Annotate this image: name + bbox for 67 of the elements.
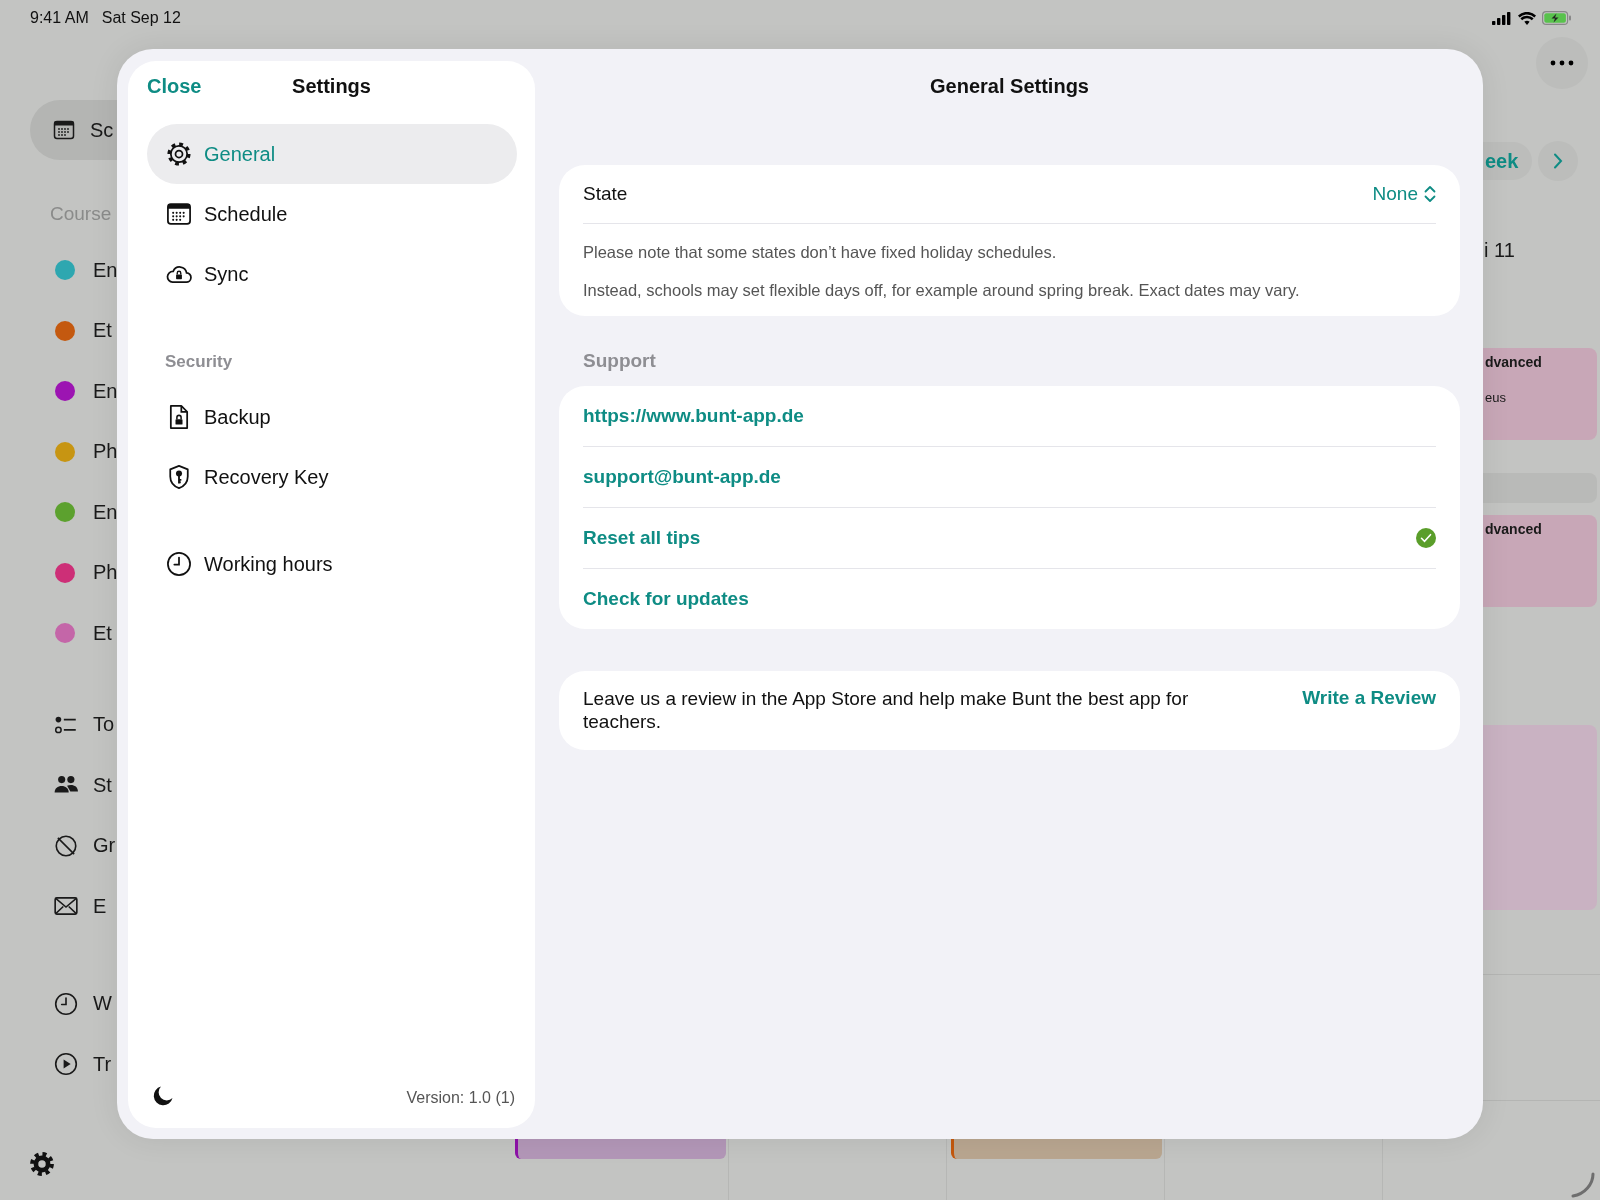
- settings-icon: [165, 140, 193, 168]
- resize-handle-icon[interactable]: [1569, 1172, 1595, 1198]
- event-detail: eus: [1485, 390, 1507, 405]
- event-card[interactable]: dvanced eus: [1483, 348, 1597, 440]
- sidebar-item[interactable]: Gr: [0, 815, 117, 876]
- course-item[interactable]: En: [0, 240, 117, 301]
- close-button[interactable]: Close: [147, 74, 202, 98]
- wifi-icon: [1518, 11, 1536, 25]
- course-item[interactable]: Et: [0, 300, 117, 361]
- status-time: 9:41 AM: [30, 9, 89, 27]
- chevron-up-down-icon: [1424, 185, 1436, 203]
- section-header: Course: [50, 202, 113, 226]
- section-header: Support: [583, 350, 657, 372]
- sidebar-item[interactable]: St: [0, 755, 117, 816]
- settings-icon[interactable]: [28, 1150, 56, 1178]
- event-card[interactable]: [515, 1139, 726, 1159]
- day-header: i 11: [1483, 239, 1516, 263]
- play-icon: [53, 1051, 79, 1078]
- setting-label: State: [583, 183, 628, 205]
- event-card[interactable]: [1483, 473, 1597, 503]
- note-text: Please note that some states don’t have fixed holiday schedules.: [583, 243, 1058, 262]
- next-button[interactable]: [1538, 141, 1579, 181]
- page-title: General Settings: [929, 73, 1090, 99]
- moon-icon[interactable]: [152, 1085, 174, 1107]
- settings-nav-item[interactable]: Recovery Key: [147, 447, 517, 507]
- sidebar-item[interactable]: Tr: [0, 1034, 117, 1095]
- support-link[interactable]: Check for updates: [583, 568, 1436, 629]
- event-title: dvanced: [1485, 354, 1543, 370]
- course-item[interactable]: Ph: [0, 542, 117, 603]
- status-date: Sat Sep 12: [101, 9, 181, 27]
- write-review-link[interactable]: Write a Review: [1302, 687, 1436, 709]
- chevron-right-icon: [1553, 153, 1564, 169]
- sidebar-item[interactable]: W: [0, 973, 117, 1034]
- version-text: Version: 1.0 (1): [406, 1089, 515, 1107]
- calendar-icon: [165, 200, 193, 228]
- sidebar-item[interactable]: Sc: [30, 100, 117, 160]
- ellipsis-icon: [1550, 60, 1574, 66]
- settings-nav-item[interactable]: Working hours: [147, 534, 517, 594]
- course-item[interactable]: Ph: [0, 421, 117, 482]
- more-button[interactable]: [1536, 37, 1588, 89]
- panel-title: Settings: [292, 74, 371, 98]
- event-card[interactable]: dvanced: [1483, 515, 1597, 607]
- event-card[interactable]: [1483, 725, 1597, 910]
- signal-icon: [1492, 11, 1512, 25]
- settings-nav-item[interactable]: Backup: [147, 387, 517, 447]
- support-link[interactable]: Reset all tips: [583, 507, 1436, 568]
- support-link[interactable]: https://www.bunt-app.de: [583, 386, 1436, 446]
- no-sign-icon: [53, 832, 79, 859]
- section-header: Security: [164, 352, 234, 372]
- clock-icon: [53, 990, 79, 1017]
- review-text: Leave us a review in the App Store and help make Bunt the best app for teachers.: [583, 687, 1190, 733]
- support-link[interactable]: support@bunt-app.de: [583, 446, 1436, 507]
- settings-nav-item[interactable]: Schedule: [147, 184, 517, 244]
- event-title: dvanced: [1485, 521, 1543, 537]
- course-item[interactable]: En: [0, 361, 117, 422]
- clock-icon: [165, 550, 193, 578]
- battery-icon: [1542, 11, 1572, 25]
- course-item[interactable]: En: [0, 482, 117, 543]
- calendar-icon: [52, 118, 76, 142]
- sidebar-item[interactable]: To: [0, 694, 117, 755]
- course-item[interactable]: Et: [0, 603, 117, 664]
- note-text: Instead, schools may set flexible days off, for example around spring break. Exact dates may vary.: [583, 281, 1301, 300]
- settings-nav-item[interactable]: General: [147, 124, 517, 184]
- state-picker[interactable]: None: [1372, 183, 1436, 205]
- event-card[interactable]: [951, 1139, 1162, 1159]
- settings-nav-item[interactable]: Sync: [147, 244, 517, 304]
- sidebar-item[interactable]: E: [0, 876, 117, 937]
